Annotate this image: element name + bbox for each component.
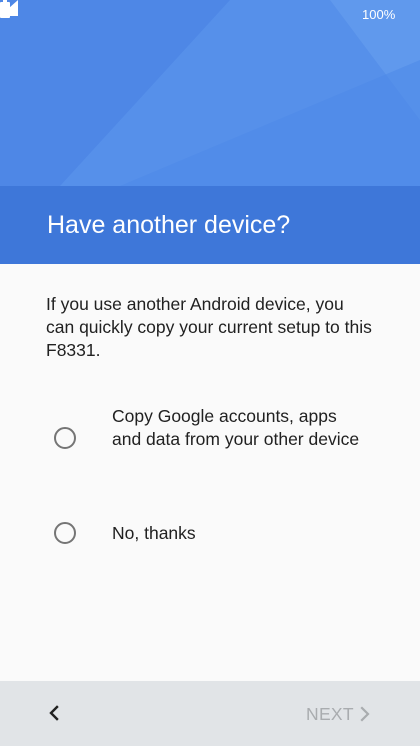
next-button[interactable]: NEXT bbox=[296, 695, 386, 731]
battery-percentage: 100% bbox=[362, 7, 396, 22]
option-label: No, thanks bbox=[112, 523, 196, 543]
bottom-navigation-bar: NEXT bbox=[0, 681, 420, 746]
chevron-right-icon bbox=[360, 706, 370, 722]
page-title: Have another device? bbox=[47, 211, 291, 239]
option-no-thanks[interactable]: No, thanks bbox=[0, 508, 420, 560]
radio-unchecked-icon[interactable] bbox=[54, 522, 76, 544]
setup-screen: 100% Have another device? If you use ano… bbox=[0, 0, 420, 746]
status-bar: 100% bbox=[0, 0, 420, 30]
option-copy-data[interactable]: Copy Google accounts, apps and data from… bbox=[0, 400, 420, 480]
option-label: Copy Google accounts, apps and data from… bbox=[112, 406, 360, 449]
page-description: If you use another Android device, you c… bbox=[46, 294, 372, 360]
battery-full-icon bbox=[0, 0, 10, 18]
next-label: NEXT bbox=[306, 704, 354, 724]
radio-unchecked-icon[interactable] bbox=[54, 427, 76, 449]
chevron-left-icon bbox=[49, 705, 59, 721]
back-button[interactable] bbox=[38, 693, 70, 733]
header-banner: 100% bbox=[0, 0, 420, 186]
